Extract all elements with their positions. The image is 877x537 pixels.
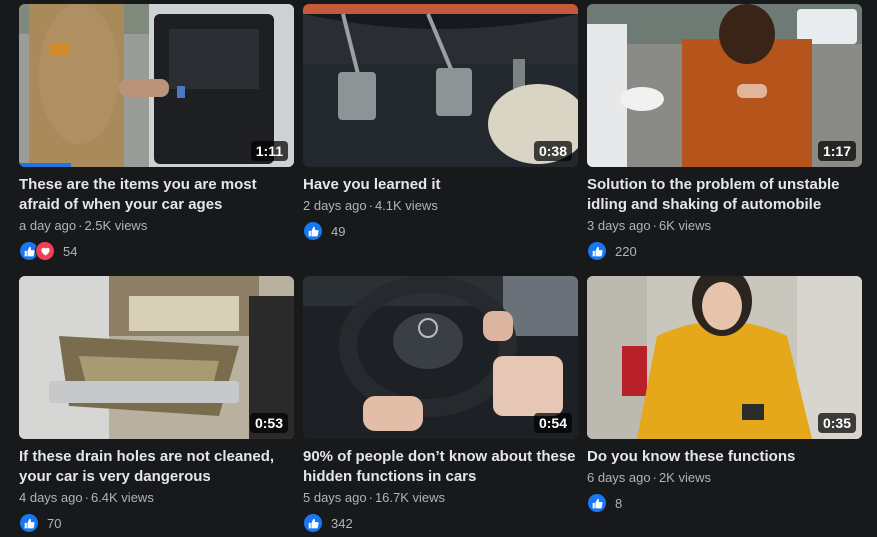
video-thumbnail[interactable]: 1:17 <box>587 4 862 167</box>
video-views: 4.1K views <box>374 198 438 213</box>
meta-separator: · <box>368 490 373 505</box>
video-views: 16.7K views <box>374 490 446 505</box>
video-title[interactable]: 90% of people don’t know about these hid… <box>303 447 578 487</box>
reaction-summary[interactable]: 70 <box>19 513 294 533</box>
video-meta: 5 days ago · 16.7K views <box>303 489 578 507</box>
video-card[interactable]: 0:53 If these drain holes are not cleane… <box>19 276 294 533</box>
video-duration: 0:53 <box>249 413 288 433</box>
video-grid: 1:11 These are the items you are most af… <box>0 0 877 537</box>
video-card[interactable]: 0:35 Do you know these functions 6 days … <box>587 276 862 513</box>
video-card[interactable]: 0:54 90% of people don’t know about thes… <box>303 276 578 533</box>
video-views: 2.5K views <box>84 218 148 233</box>
like-icon <box>303 221 323 241</box>
video-thumbnail[interactable]: 1:11 <box>19 4 294 167</box>
reaction-summary[interactable]: 54 <box>19 241 294 261</box>
video-age: 4 days ago <box>19 490 83 505</box>
video-thumbnail[interactable]: 0:35 <box>587 276 862 439</box>
reaction-count: 220 <box>615 243 637 259</box>
meta-separator: · <box>652 470 657 485</box>
like-icon <box>303 513 323 533</box>
video-meta: a day ago · 2.5K views <box>19 217 294 235</box>
video-card[interactable]: 1:17 Solution to the problem of unstable… <box>587 4 862 261</box>
reaction-summary[interactable]: 342 <box>303 513 578 533</box>
video-thumbnail[interactable]: 0:54 <box>303 276 578 439</box>
video-age: a day ago <box>19 218 77 233</box>
reaction-summary[interactable]: 220 <box>587 241 862 261</box>
video-card[interactable]: 1:11 These are the items you are most af… <box>19 4 294 261</box>
video-card[interactable]: 0:38 Have you learned it 2 days ago · 4.1K… <box>303 4 578 241</box>
reaction-summary[interactable]: 49 <box>303 221 578 241</box>
video-views: 2K views <box>658 470 711 485</box>
video-duration: 1:17 <box>817 141 856 161</box>
video-age: 6 days ago <box>587 470 651 485</box>
video-title[interactable]: If these drain holes are not cleaned, yo… <box>19 447 294 487</box>
meta-separator: · <box>368 198 373 213</box>
love-icon <box>35 241 55 261</box>
video-duration: 0:38 <box>533 141 572 161</box>
reaction-count: 70 <box>47 515 62 531</box>
video-duration: 0:35 <box>817 413 856 433</box>
meta-separator: · <box>84 490 89 505</box>
like-icon <box>587 241 607 261</box>
video-title[interactable]: Solution to the problem of unstable idli… <box>587 175 862 215</box>
video-title[interactable]: These are the items you are most afraid … <box>19 175 294 215</box>
video-duration: 1:11 <box>250 141 288 161</box>
video-duration: 0:54 <box>533 413 572 433</box>
video-thumbnail[interactable]: 0:53 <box>19 276 294 439</box>
watch-progress-bar <box>19 163 72 167</box>
video-age: 3 days ago <box>587 218 651 233</box>
like-icon <box>19 513 39 533</box>
video-views: 6K views <box>658 218 711 233</box>
reaction-summary[interactable]: 8 <box>587 493 862 513</box>
video-meta: 3 days ago · 6K views <box>587 217 862 235</box>
video-views: 6.4K views <box>90 490 154 505</box>
video-meta: 4 days ago · 6.4K views <box>19 489 294 507</box>
reaction-count: 8 <box>615 495 623 511</box>
video-age: 2 days ago <box>303 198 367 213</box>
reaction-count: 54 <box>63 243 78 259</box>
meta-separator: · <box>652 218 657 233</box>
like-icon <box>587 493 607 513</box>
video-title[interactable]: Do you know these functions <box>587 447 862 467</box>
video-title[interactable]: Have you learned it <box>303 175 578 195</box>
video-thumbnail[interactable]: 0:38 <box>303 4 578 167</box>
video-age: 5 days ago <box>303 490 367 505</box>
video-meta: 2 days ago · 4.1K views <box>303 197 578 215</box>
video-meta: 6 days ago · 2K views <box>587 469 862 487</box>
reaction-count: 49 <box>331 223 346 239</box>
reaction-count: 342 <box>331 515 353 531</box>
